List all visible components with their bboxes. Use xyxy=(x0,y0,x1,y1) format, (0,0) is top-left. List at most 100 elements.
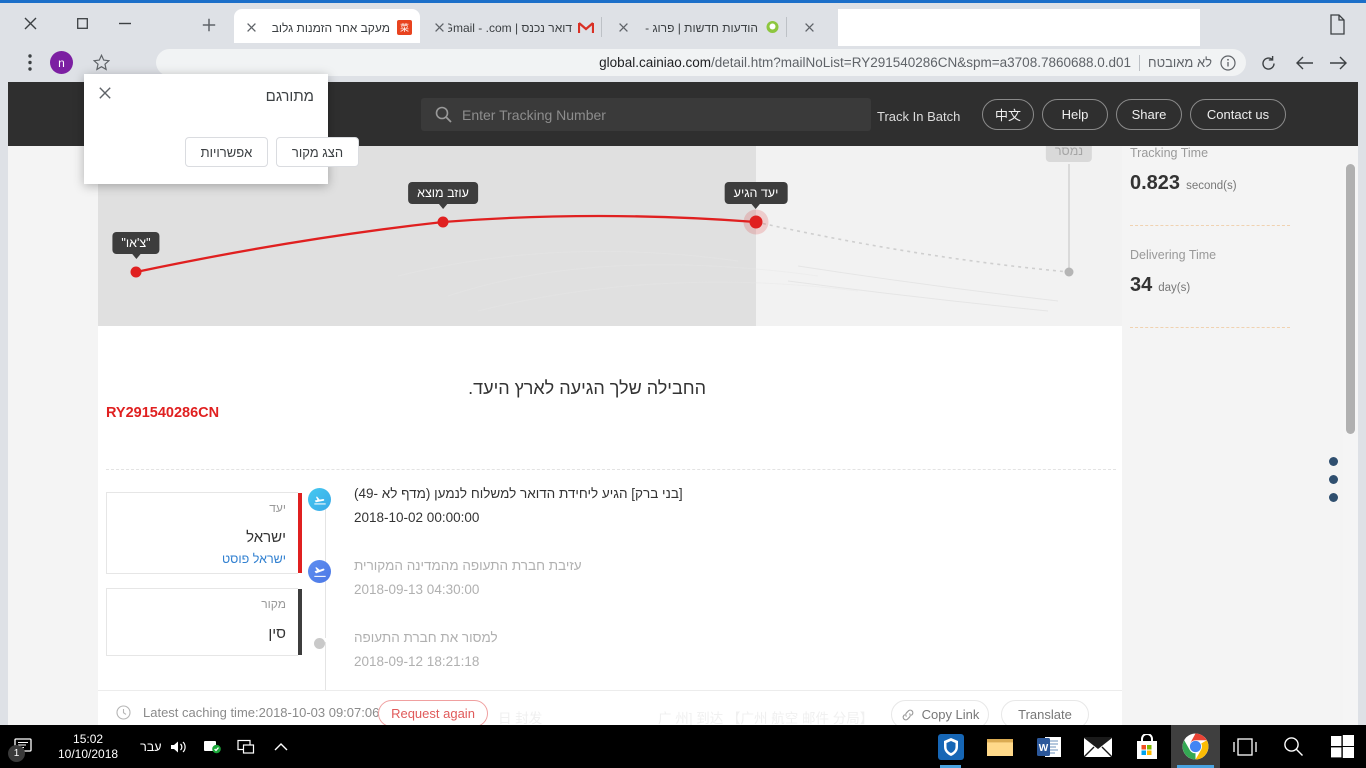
language-indicator[interactable]: עבר xyxy=(140,740,161,754)
destination-carrier[interactable]: ישראל פוסט xyxy=(119,552,286,566)
page-nav-dots[interactable] xyxy=(1329,457,1338,502)
volume-icon[interactable] xyxy=(162,725,196,768)
translate-button[interactable]: Translate xyxy=(1001,700,1089,725)
contact-us-button[interactable]: Contact us xyxy=(1190,99,1286,130)
start-button[interactable] xyxy=(1318,725,1366,768)
show-original-button[interactable]: הצג מקור xyxy=(276,137,359,167)
destination-card: יעד ישראל ישראל פוסט xyxy=(106,492,302,574)
taskbar-app-mail[interactable] xyxy=(1073,725,1122,768)
map-node-delivered[interactable] xyxy=(1064,267,1074,277)
tab-gmail[interactable]: דואר נכנס | Gmail - .com xyxy=(422,9,602,46)
bookmark-star-icon[interactable] xyxy=(90,51,113,74)
map-label-origin: "צ'או" xyxy=(112,232,160,259)
window-minimize-button[interactable] xyxy=(103,7,147,39)
clock-icon xyxy=(116,705,131,720)
map-node-origin[interactable] xyxy=(130,266,142,278)
window-close-button[interactable] xyxy=(8,7,52,39)
notification-badge: 1 xyxy=(8,745,25,762)
clock-date: 10/10/2018 xyxy=(58,746,119,761)
svg-text:菜: 菜 xyxy=(399,22,408,34)
info-icon[interactable] xyxy=(1220,54,1236,71)
track-in-batch-link[interactable]: Track In Batch xyxy=(877,109,960,124)
tab-cainiao[interactable]: 菜 מעקב אחר הזמנות גלוב xyxy=(234,9,420,46)
omnibox-url: global.cainiao.com/detail.htm?mailNoList… xyxy=(599,55,1131,70)
tab-title: דואר נכנס | Gmail - .com xyxy=(448,20,572,35)
tab-frogi[interactable]: הודעות חדשות | פרוג - xyxy=(606,9,788,46)
destination-country: ישראל xyxy=(246,529,286,546)
destination-accent-bar xyxy=(298,493,302,573)
footer-bar: 广 州] 到达 【广州 航空 邮件 分局】 日 封发 Latest cachin… xyxy=(98,690,1122,725)
map-node-arrived[interactable] xyxy=(749,215,763,229)
document-icon[interactable] xyxy=(1328,14,1348,36)
map-node-departed[interactable] xyxy=(437,216,449,228)
taskbar-clock[interactable]: 15:02 10/10/2018 xyxy=(58,732,118,762)
taskbar-search-icon[interactable] xyxy=(1269,725,1318,768)
security-status-text: לא מאובטח xyxy=(1148,55,1212,70)
page-scrollbar[interactable] xyxy=(1343,164,1358,725)
tab-close-icon[interactable] xyxy=(430,19,448,37)
tab-close-icon[interactable] xyxy=(800,19,818,37)
window-maximize-button[interactable] xyxy=(60,7,104,39)
origin-accent-bar xyxy=(298,589,302,655)
reload-icon[interactable] xyxy=(1256,51,1280,75)
chrome-menu-icon[interactable] xyxy=(20,50,40,74)
page-dot[interactable] xyxy=(1329,493,1338,502)
forward-icon[interactable] xyxy=(1326,51,1350,75)
tracking-time-unit: second(s) xyxy=(1186,180,1237,192)
tab-title: מעקב אחר הזמנות גלוב xyxy=(271,20,390,35)
plane-departure-icon xyxy=(308,560,331,583)
tab-close-icon[interactable] xyxy=(614,19,632,37)
omnibox-path: /detail.htm?mailNoList=RY291540286CN&spm… xyxy=(711,55,1132,70)
system-tray: 1 15:02 10/10/2018 עבר xyxy=(0,725,298,768)
tab-close-icon[interactable] xyxy=(242,19,260,37)
taskbar-apps: W xyxy=(926,725,1366,768)
taskbar-app-task-view[interactable] xyxy=(1220,725,1269,768)
translate-options-button[interactable]: אפשרויות xyxy=(185,137,268,167)
request-again-button[interactable]: Request again xyxy=(378,700,488,725)
taskbar-app-file-explorer[interactable] xyxy=(975,725,1024,768)
page-dot[interactable] xyxy=(1329,475,1338,484)
popup-overlay-artifact xyxy=(838,9,1200,46)
network-icon[interactable] xyxy=(230,725,264,768)
timeline-event: [בני ברק] הגיע ליחידת הדואר למשלוח לנמען… xyxy=(308,484,1108,566)
close-icon[interactable] xyxy=(96,84,114,102)
status-block: החבילה שלך הגיעה לארץ היעד. RY291540286C… xyxy=(106,378,706,421)
avatar-initial: n xyxy=(58,55,65,70)
help-button[interactable]: Help xyxy=(1042,99,1108,130)
tracking-search-box[interactable] xyxy=(421,98,871,131)
language-chinese-button[interactable]: 中文 xyxy=(982,99,1034,130)
clock-time: 15:02 xyxy=(73,731,104,746)
taskbar-app-store[interactable] xyxy=(1122,725,1171,768)
frogi-icon xyxy=(764,20,780,36)
back-icon[interactable] xyxy=(1292,51,1316,75)
map-label-arrived: יעד הגיע xyxy=(724,182,788,209)
destination-label: יעד xyxy=(269,501,286,515)
taskbar-app-mcafee[interactable] xyxy=(926,725,975,768)
ghost-text: 广 州] 到达 【广州 航空 邮件 分局】 xyxy=(658,711,874,725)
notifications-icon[interactable]: 1 xyxy=(0,725,46,768)
copy-link-button[interactable]: Copy Link xyxy=(891,700,989,725)
address-bar[interactable]: global.cainiao.com/detail.htm?mailNoList… xyxy=(156,49,1246,76)
share-button[interactable]: Share xyxy=(1116,99,1182,130)
taskbar-app-chrome[interactable] xyxy=(1171,725,1220,768)
omnibox-domain: global.cainiao.com xyxy=(599,55,711,70)
timeline-event-time: 2018-10-02 00:00:00 xyxy=(354,509,480,525)
search-input[interactable] xyxy=(462,106,871,123)
avatar[interactable]: n xyxy=(50,51,73,74)
cache-info: Latest caching time:2018-10-03 09:07:06 xyxy=(116,705,379,720)
cache-time-text: Latest caching time:2018-10-03 09:07:06 xyxy=(143,705,380,720)
new-tab-button[interactable] xyxy=(192,11,226,39)
taskbar-app-word[interactable]: W xyxy=(1024,725,1073,768)
timeline-event: עזיבת חברת התעופה מהמדינה המקורית 2018-0… xyxy=(308,556,1108,638)
show-hidden-icons-icon[interactable] xyxy=(264,725,298,768)
omnibox-divider xyxy=(1139,54,1141,71)
translate-popup-title: מתורגם xyxy=(265,88,314,105)
timeline-event-description: [בני ברק] הגיע ליחידת הדואר למשלוח לנמען… xyxy=(354,486,683,501)
page-dot[interactable] xyxy=(1329,457,1338,466)
tracking-timeline: [בני ברק] הגיע ליחידת הדואר למשלוח לנמען… xyxy=(308,484,1108,725)
tracking-detail-card: החבילה שלך הגיעה לארץ היעד. RY291540286C… xyxy=(98,326,1122,725)
svg-text:W: W xyxy=(1038,743,1048,754)
scrollbar-thumb[interactable] xyxy=(1346,164,1355,434)
security-shield-icon[interactable] xyxy=(196,725,230,768)
origin-country: סין xyxy=(268,625,286,642)
